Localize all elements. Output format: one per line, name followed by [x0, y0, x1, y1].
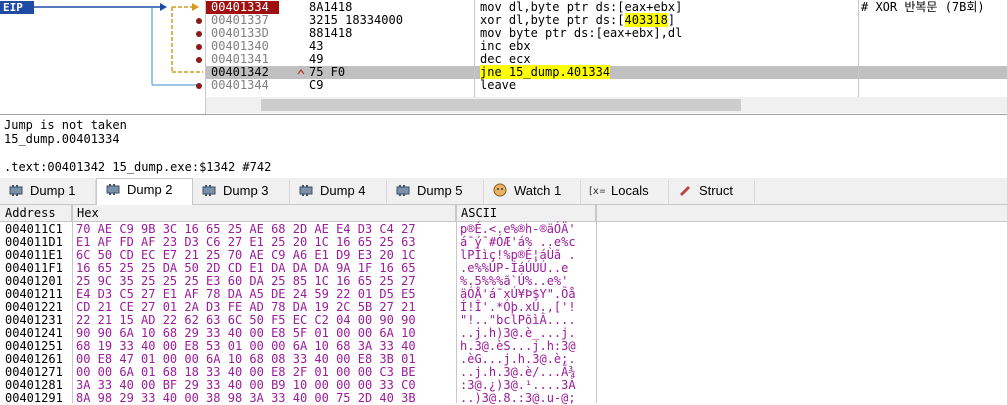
tab-label: Dump 3 — [223, 183, 269, 198]
instruction-address: 00401344 — [211, 78, 269, 92]
dump-address: 00401291 — [5, 391, 63, 405]
tab-label: Locals — [611, 183, 649, 198]
watch-icon — [492, 182, 508, 197]
instruction-bytes: C9 — [309, 78, 324, 92]
tab-label: Watch 1 — [514, 183, 562, 198]
instruction-comment: # XOR 반복문 (7B회) — [861, 0, 985, 14]
tab-label: Dump 4 — [320, 183, 366, 198]
tab-watch-1[interactable]: Watch 1 — [484, 180, 581, 204]
instruction-text: leave — [480, 78, 517, 92]
breakpoint-dot-icon[interactable] — [196, 44, 202, 50]
tab-dump-2[interactable]: Dump 2 — [96, 178, 193, 205]
tab-struct[interactable]: Struct — [669, 180, 755, 204]
tab-label: Dump 5 — [417, 183, 463, 198]
memory-icon — [298, 182, 314, 196]
tab-label: Dump 1 — [30, 183, 76, 198]
tab-label: Dump 2 — [127, 182, 173, 197]
dump-tab-bar: Dump 1 Dump 2 Dump 3 Dump 4 Dump 5 Watch 1 [x=… — [0, 178, 1007, 205]
jump-arrows — [34, 3, 203, 86]
highlighted-operand: 403318 — [624, 13, 668, 27]
tab-locals[interactable]: [x=] Locals — [581, 180, 669, 204]
horizontal-scrollbar[interactable] — [206, 97, 1007, 113]
scrollbar-thumb[interactable] — [261, 99, 741, 111]
dump-ascii[interactable]: ..)3@.8.:3@.u-@; — [460, 392, 576, 405]
svg-text:[x=]: [x=] — [589, 186, 605, 197]
instruction-row[interactable]: 00401342 75 F0 jne 15_dump.401334 — [206, 65, 1007, 79]
tab-dump-3[interactable]: Dump 3 — [193, 180, 290, 204]
tab-label: Struct — [699, 183, 733, 198]
locals-icon: [x=] — [589, 182, 611, 197]
dump-row[interactable]: 00401291 8A 98 29 33 40 00 38 98 3A 33 40… — [0, 392, 1007, 405]
struct-icon — [677, 182, 693, 196]
instruction-row[interactable]: 0040133D 881418 mov byte ptr ds:[eax+ebx],… — [206, 27, 1007, 40]
instruction-row[interactable]: 00401340 43 inc ebx — [206, 40, 1007, 53]
dump-header: Address Hex ASCII — [0, 205, 1007, 222]
hex-column-header[interactable]: Hex — [72, 205, 456, 222]
tab-dump-5[interactable]: Dump 5 — [387, 180, 484, 204]
jump-status-text: Jump is not taken — [4, 118, 127, 132]
memory-icon — [8, 182, 24, 196]
instruction-text-part: ] — [667, 13, 676, 27]
jump-gutter: EIP — [0, 0, 206, 114]
instruction-row[interactable]: 00401344 C9 leave — [206, 79, 1007, 92]
tab-dump-1[interactable]: Dump 1 — [0, 180, 96, 204]
memory-icon — [201, 182, 217, 196]
info-pane: Jump is not taken 15_dump.00401334 .text… — [0, 114, 1007, 178]
breakpoint-dot-icon[interactable] — [196, 57, 202, 63]
ascii-column-header[interactable]: ASCII — [456, 205, 596, 222]
jump-target-text: 15_dump.00401334 — [4, 132, 120, 146]
hex-dump-pane[interactable]: Address Hex ASCII 004011C1 70 AE C9 9B 3C… — [0, 205, 1007, 405]
disassembly-pane[interactable]: EIP 00401334 8A1418 mov dl,byte ptr ds:[ea… — [0, 0, 1007, 114]
address-location-text: .text:00401342 15_dump.exe:$1342 #742 — [4, 160, 272, 174]
breakpoint-dot-icon[interactable] — [196, 31, 202, 37]
dump-hex-bytes[interactable]: 8A 98 29 33 40 00 38 98 3A 33 40 00 75 2… — [76, 392, 416, 405]
tab-dump-4[interactable]: Dump 4 — [290, 180, 387, 204]
breakpoint-dot-icon[interactable] — [196, 18, 202, 24]
instruction-text-part: xor dl,byte ptr ds:[ — [480, 13, 625, 27]
memory-icon — [395, 182, 411, 196]
breakpoint-dot-icon[interactable] — [196, 83, 202, 89]
memory-icon — [105, 181, 121, 195]
address-column-header[interactable]: Address — [0, 205, 72, 222]
highlighted-operand: jne 15_dump.401334 — [480, 65, 611, 79]
